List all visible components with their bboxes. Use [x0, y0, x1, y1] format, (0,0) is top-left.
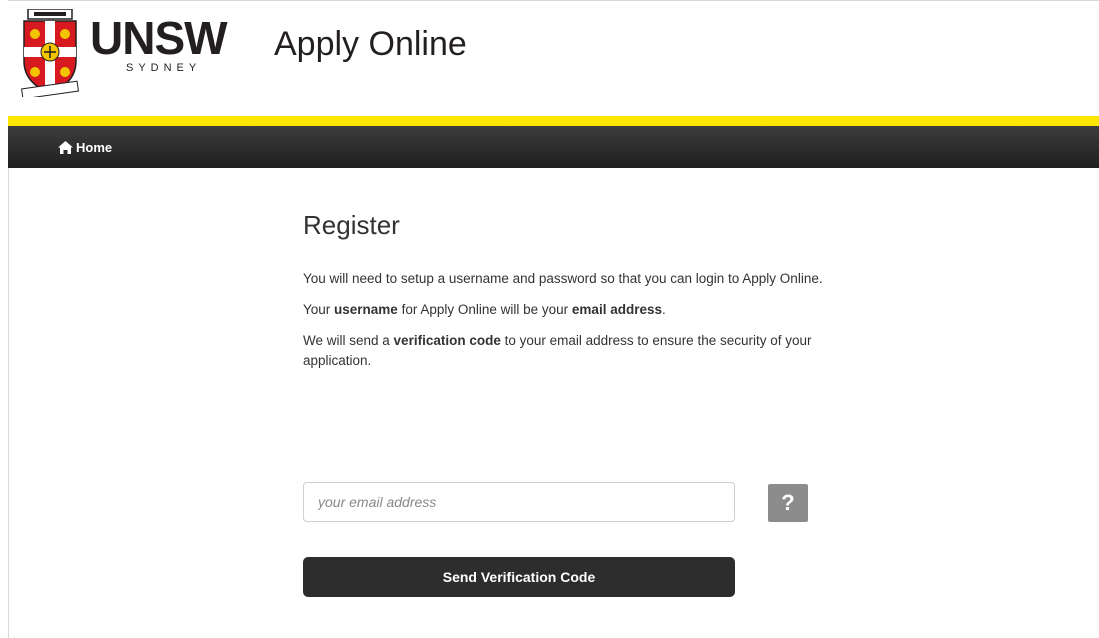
nav-home-label: Home — [76, 139, 113, 155]
verification-text-part: We will send a — [303, 333, 394, 348]
username-text-part: . — [661, 302, 666, 317]
verification-text: We will send a verification code to your… — [303, 331, 833, 371]
username-text-part: for Apply Online will be your — [397, 302, 572, 317]
unsw-crest-icon — [21, 9, 79, 97]
logo-subtext: SYDNEY — [126, 62, 202, 74]
logo-wordmark: UNSW — [90, 12, 228, 64]
register-panel: Register You will need to setup a userna… — [303, 210, 843, 382]
username-text-part: Your — [303, 302, 335, 317]
send-verification-code-button[interactable]: Send Verification Code — [303, 557, 735, 597]
main-nav: Home — [8, 126, 1099, 168]
accent-bar — [8, 116, 1099, 126]
email-field[interactable] — [303, 482, 735, 522]
username-term: username — [334, 302, 398, 317]
username-text: Your username for Apply Online will be y… — [303, 300, 833, 320]
page-title: Register — [303, 210, 400, 240]
home-icon — [58, 140, 73, 154]
email-address-term: email address — [571, 302, 662, 317]
app-title: Apply Online — [274, 25, 467, 63]
intro-text: You will need to setup a username and pa… — [303, 271, 823, 286]
help-button[interactable]: ? — [768, 484, 808, 522]
unsw-logo[interactable]: UNSW SYDNEY — [20, 9, 250, 99]
nav-home-link[interactable]: Home — [58, 126, 112, 168]
verification-code-term: verification code — [393, 333, 501, 348]
site-header: UNSW SYDNEY Apply Online — [8, 1, 1099, 116]
